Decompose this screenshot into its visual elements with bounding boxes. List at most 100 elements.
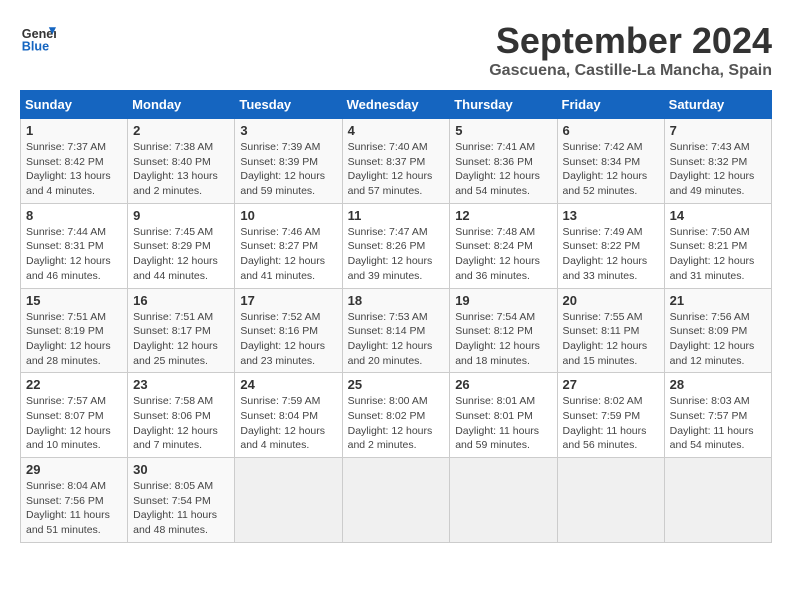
day-number: 21 [670, 293, 766, 308]
day-info: Sunrise: 7:51 AM Sunset: 8:19 PM Dayligh… [26, 310, 122, 369]
day-info: Sunrise: 7:51 AM Sunset: 8:17 PM Dayligh… [133, 310, 229, 369]
calendar-cell: 7 Sunrise: 7:43 AM Sunset: 8:32 PM Daylig… [664, 119, 771, 204]
day-number: 29 [26, 462, 122, 477]
calendar-cell: 23 Sunrise: 7:58 AM Sunset: 8:06 PM Dayli… [128, 373, 235, 458]
day-info: Sunrise: 7:56 AM Sunset: 8:09 PM Dayligh… [670, 310, 766, 369]
calendar-week-5: 29 Sunrise: 8:04 AM Sunset: 7:56 PM Dayli… [21, 458, 772, 543]
day-info: Sunrise: 7:53 AM Sunset: 8:14 PM Dayligh… [348, 310, 445, 369]
calendar-cell [557, 458, 664, 543]
calendar-cell: 3 Sunrise: 7:39 AM Sunset: 8:39 PM Daylig… [235, 119, 342, 204]
svg-text:Blue: Blue [22, 40, 49, 54]
header-day-tuesday: Tuesday [235, 91, 342, 119]
calendar-cell: 22Sunrise: 7:57 AM Sunset: 8:07 PM Dayli… [21, 373, 128, 458]
day-number: 11 [348, 208, 445, 223]
day-info: Sunrise: 7:37 AM Sunset: 8:42 PM Dayligh… [26, 140, 122, 199]
day-info: Sunrise: 7:52 AM Sunset: 8:16 PM Dayligh… [240, 310, 336, 369]
day-info: Sunrise: 8:00 AM Sunset: 8:02 PM Dayligh… [348, 394, 445, 453]
day-number: 10 [240, 208, 336, 223]
day-number: 24 [240, 377, 336, 392]
location-subtitle: Gascuena, Castille-La Mancha, Spain [489, 62, 772, 80]
calendar-cell: 6Sunrise: 7:42 AM Sunset: 8:34 PM Daylig… [557, 119, 664, 204]
day-info: Sunrise: 7:39 AM Sunset: 8:39 PM Dayligh… [240, 140, 336, 199]
day-info: Sunrise: 7:46 AM Sunset: 8:27 PM Dayligh… [240, 225, 336, 284]
header: General Blue September 2024 Gascuena, Ca… [20, 20, 772, 80]
logo: General Blue [20, 20, 56, 56]
calendar-cell: 25 Sunrise: 8:00 AM Sunset: 8:02 PM Dayli… [342, 373, 450, 458]
calendar-cell [342, 458, 450, 543]
calendar-cell: 17 Sunrise: 7:52 AM Sunset: 8:16 PM Dayli… [235, 288, 342, 373]
day-number: 1 [26, 123, 122, 138]
calendar-table: SundayMondayTuesdayWednesdayThursdayFrid… [20, 90, 772, 543]
header-day-monday: Monday [128, 91, 235, 119]
day-number: 12 [455, 208, 551, 223]
day-number: 27 [563, 377, 659, 392]
calendar-cell [450, 458, 557, 543]
header-day-saturday: Saturday [664, 91, 771, 119]
calendar-cell: 29 Sunrise: 8:04 AM Sunset: 7:56 PM Dayli… [21, 458, 128, 543]
day-number: 14 [670, 208, 766, 223]
day-number: 23 [133, 377, 229, 392]
day-number: 26 [455, 377, 551, 392]
calendar-cell [235, 458, 342, 543]
header-day-wednesday: Wednesday [342, 91, 450, 119]
day-number: 3 [240, 123, 336, 138]
day-number: 5 [455, 123, 551, 138]
calendar-cell: 12Sunrise: 7:48 AM Sunset: 8:24 PM Dayli… [450, 203, 557, 288]
day-info: Sunrise: 7:45 AM Sunset: 8:29 PM Dayligh… [133, 225, 229, 284]
day-info: Sunrise: 7:58 AM Sunset: 8:06 PM Dayligh… [133, 394, 229, 453]
calendar-week-2: 8Sunrise: 7:44 AM Sunset: 8:31 PM Daylig… [21, 203, 772, 288]
header-day-thursday: Thursday [450, 91, 557, 119]
calendar-cell: 4Sunrise: 7:40 AM Sunset: 8:37 PM Daylig… [342, 119, 450, 204]
day-info: Sunrise: 7:49 AM Sunset: 8:22 PM Dayligh… [563, 225, 659, 284]
day-number: 15 [26, 293, 122, 308]
day-number: 16 [133, 293, 229, 308]
day-info: Sunrise: 8:03 AM Sunset: 7:57 PM Dayligh… [670, 394, 766, 453]
day-info: Sunrise: 7:43 AM Sunset: 8:32 PM Dayligh… [670, 140, 766, 199]
calendar-cell: 30Sunrise: 8:05 AM Sunset: 7:54 PM Dayli… [128, 458, 235, 543]
day-number: 20 [563, 293, 659, 308]
header-day-friday: Friday [557, 91, 664, 119]
day-number: 9 [133, 208, 229, 223]
calendar-cell [664, 458, 771, 543]
calendar-cell: 16 Sunrise: 7:51 AM Sunset: 8:17 PM Dayli… [128, 288, 235, 373]
day-number: 25 [348, 377, 445, 392]
day-number: 7 [670, 123, 766, 138]
day-info: Sunrise: 7:47 AM Sunset: 8:26 PM Dayligh… [348, 225, 445, 284]
calendar-cell: 18 Sunrise: 7:53 AM Sunset: 8:14 PM Dayli… [342, 288, 450, 373]
calendar-cell: 26 Sunrise: 8:01 AM Sunset: 8:01 PM Dayli… [450, 373, 557, 458]
day-number: 19 [455, 293, 551, 308]
day-info: Sunrise: 8:01 AM Sunset: 8:01 PM Dayligh… [455, 394, 551, 453]
day-info: Sunrise: 7:59 AM Sunset: 8:04 PM Dayligh… [240, 394, 336, 453]
day-number: 22 [26, 377, 122, 392]
calendar-cell: 13 Sunrise: 7:49 AM Sunset: 8:22 PM Dayli… [557, 203, 664, 288]
day-info: Sunrise: 7:40 AM Sunset: 8:37 PM Dayligh… [348, 140, 445, 199]
day-info: Sunrise: 7:38 AM Sunset: 8:40 PM Dayligh… [133, 140, 229, 199]
calendar-week-3: 15 Sunrise: 7:51 AM Sunset: 8:19 PM Dayli… [21, 288, 772, 373]
day-number: 13 [563, 208, 659, 223]
calendar-header-row: SundayMondayTuesdayWednesdayThursdayFrid… [21, 91, 772, 119]
month-year-title: September 2024 [489, 20, 772, 62]
day-info: Sunrise: 8:05 AM Sunset: 7:54 PM Dayligh… [133, 479, 229, 538]
day-info: Sunrise: 7:55 AM Sunset: 8:11 PM Dayligh… [563, 310, 659, 369]
day-info: Sunrise: 8:02 AM Sunset: 7:59 PM Dayligh… [563, 394, 659, 453]
calendar-week-1: 1 Sunrise: 7:37 AM Sunset: 8:42 PM Daylig… [21, 119, 772, 204]
day-info: Sunrise: 7:50 AM Sunset: 8:21 PM Dayligh… [670, 225, 766, 284]
logo-icon: General Blue [20, 20, 56, 56]
calendar-cell: 1 Sunrise: 7:37 AM Sunset: 8:42 PM Daylig… [21, 119, 128, 204]
calendar-cell: 24 Sunrise: 7:59 AM Sunset: 8:04 PM Dayli… [235, 373, 342, 458]
day-info: Sunrise: 8:04 AM Sunset: 7:56 PM Dayligh… [26, 479, 122, 538]
calendar-cell: 10 Sunrise: 7:46 AM Sunset: 8:27 PM Dayli… [235, 203, 342, 288]
calendar-cell: 27 Sunrise: 8:02 AM Sunset: 7:59 PM Dayli… [557, 373, 664, 458]
day-number: 28 [670, 377, 766, 392]
calendar-cell: 8Sunrise: 7:44 AM Sunset: 8:31 PM Daylig… [21, 203, 128, 288]
calendar-cell: 11 Sunrise: 7:47 AM Sunset: 8:26 PM Dayli… [342, 203, 450, 288]
calendar-cell: 21 Sunrise: 7:56 AM Sunset: 8:09 PM Dayli… [664, 288, 771, 373]
day-info: Sunrise: 7:41 AM Sunset: 8:36 PM Dayligh… [455, 140, 551, 199]
calendar-cell: 15 Sunrise: 7:51 AM Sunset: 8:19 PM Dayli… [21, 288, 128, 373]
day-number: 17 [240, 293, 336, 308]
calendar-cell: 2Sunrise: 7:38 AM Sunset: 8:40 PM Daylig… [128, 119, 235, 204]
calendar-cell: 14 Sunrise: 7:50 AM Sunset: 8:21 PM Dayli… [664, 203, 771, 288]
calendar-cell: 5 Sunrise: 7:41 AM Sunset: 8:36 PM Daylig… [450, 119, 557, 204]
day-number: 18 [348, 293, 445, 308]
day-info: Sunrise: 7:44 AM Sunset: 8:31 PM Dayligh… [26, 225, 122, 284]
